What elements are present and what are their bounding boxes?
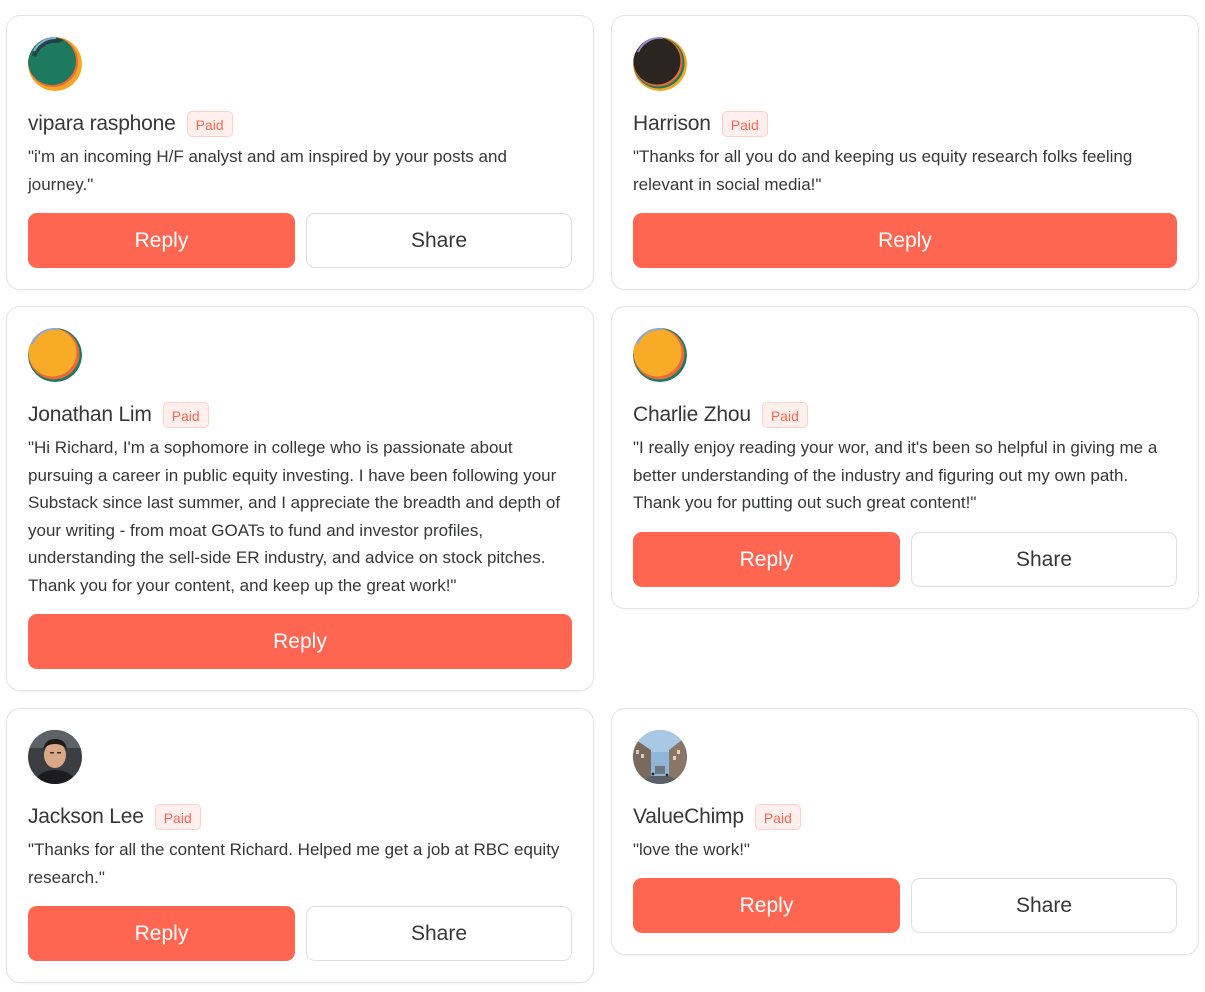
abstract-avatar-icon bbox=[28, 328, 82, 382]
testimonial-card: vipara rasphone Paid "i'm an incoming H/… bbox=[6, 15, 594, 290]
testimonial-quote: "Thanks for all you do and keeping us eq… bbox=[633, 147, 1133, 194]
paid-badge: Paid bbox=[162, 402, 209, 428]
testimonial-card: ValueChimp Paid "love the work!" Reply S… bbox=[611, 708, 1199, 955]
commenter-name[interactable]: Jackson Lee bbox=[28, 805, 144, 829]
paid-badge: Paid bbox=[761, 402, 808, 428]
share-button[interactable]: Share bbox=[306, 906, 572, 961]
testimonial-quote: "I really enjoy reading your wor, and it… bbox=[633, 438, 1158, 512]
paid-badge: Paid bbox=[754, 804, 801, 830]
avatar[interactable] bbox=[28, 37, 82, 91]
reply-button[interactable]: Reply bbox=[633, 532, 900, 587]
testimonial-card: Jackson Lee Paid "Thanks for all the con… bbox=[6, 708, 594, 983]
commenter-name[interactable]: vipara rasphone bbox=[28, 112, 176, 136]
paid-badge: Paid bbox=[154, 804, 201, 830]
paid-badge: Paid bbox=[186, 111, 233, 137]
share-button[interactable]: Share bbox=[911, 532, 1177, 587]
abstract-avatar-icon bbox=[633, 328, 687, 382]
avatar[interactable] bbox=[28, 730, 82, 784]
paid-badge: Paid bbox=[721, 111, 768, 137]
reply-button[interactable]: Reply bbox=[633, 878, 900, 933]
reply-button[interactable]: Reply bbox=[28, 213, 295, 268]
avatar[interactable] bbox=[28, 328, 82, 382]
reply-button[interactable]: Reply bbox=[28, 906, 295, 961]
commenter-name[interactable]: Harrison bbox=[633, 112, 711, 136]
street-photo-icon bbox=[633, 730, 687, 784]
testimonial-quote: "i'm an incoming H/F analyst and am insp… bbox=[28, 147, 507, 194]
testimonial-card: Harrison Paid "Thanks for all you do and… bbox=[611, 15, 1199, 290]
person-photo-icon bbox=[28, 730, 82, 784]
share-button[interactable]: Share bbox=[306, 213, 572, 268]
commenter-name[interactable]: Charlie Zhou bbox=[633, 403, 751, 427]
share-button[interactable]: Share bbox=[911, 878, 1177, 933]
reply-button[interactable]: Reply bbox=[633, 213, 1177, 268]
testimonial-quote: "Thanks for all the content Richard. Hel… bbox=[28, 840, 560, 887]
avatar[interactable] bbox=[633, 328, 687, 382]
testimonial-quote: "Hi Richard, I'm a sophomore in college … bbox=[28, 438, 561, 595]
abstract-avatar-icon bbox=[633, 37, 687, 91]
testimonial-quote: "love the work!" bbox=[633, 840, 750, 859]
testimonial-card: Jonathan Lim Paid "Hi Richard, I'm a sop… bbox=[6, 306, 594, 691]
commenter-name[interactable]: ValueChimp bbox=[633, 805, 744, 829]
avatar[interactable] bbox=[633, 730, 687, 784]
reply-button[interactable]: Reply bbox=[28, 614, 572, 669]
abstract-avatar-icon bbox=[28, 37, 82, 91]
commenter-name[interactable]: Jonathan Lim bbox=[28, 403, 152, 427]
testimonial-card: Charlie Zhou Paid "I really enjoy readin… bbox=[611, 306, 1199, 609]
avatar[interactable] bbox=[633, 37, 687, 91]
